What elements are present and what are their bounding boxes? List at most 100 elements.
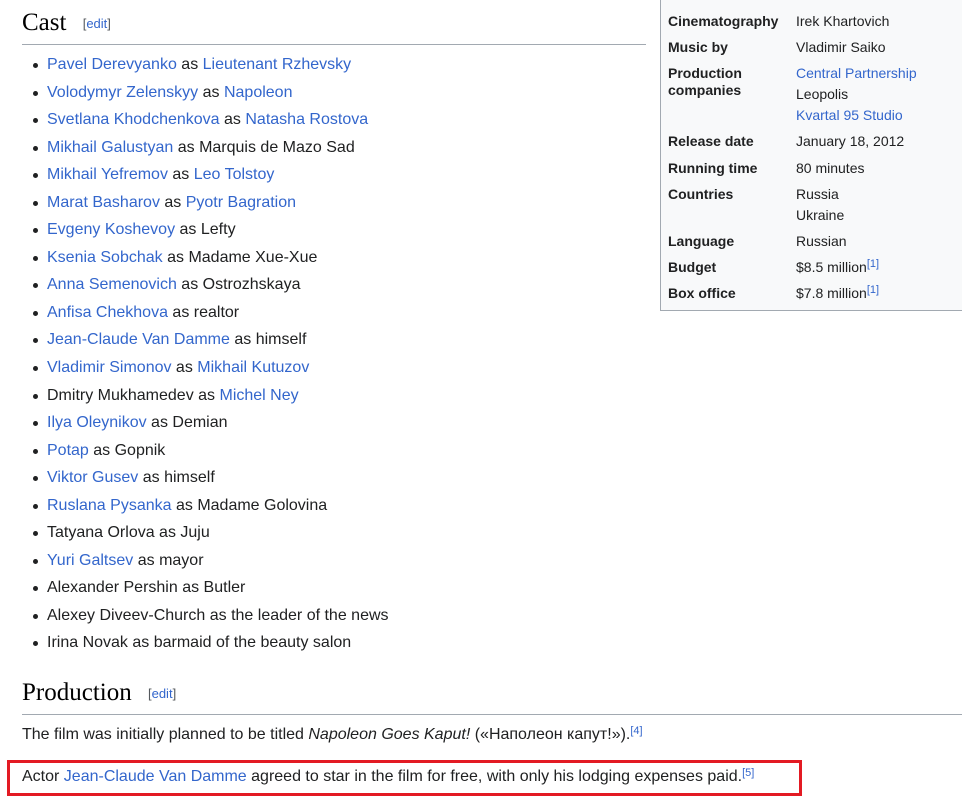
role-link[interactable]: Michel Ney	[220, 387, 299, 404]
para-text: The film was initially planned to be tit…	[22, 726, 309, 743]
cast-list-item: Mikhail Yefremov as Leo Tolstoy	[30, 161, 389, 189]
as-text: as	[159, 193, 186, 211]
role-name: barmaid of the beauty salon	[153, 634, 352, 652]
role-link[interactable]: Lieutenant Rzhevsky	[203, 56, 352, 73]
cast-edit-link[interactable]: edit	[86, 16, 107, 31]
actor-name: Alexander Pershin	[47, 579, 178, 597]
production-paragraph-van-damme: Actor Jean-Claude Van Damme agreed to st…	[22, 766, 754, 788]
as-text: as	[177, 579, 204, 597]
as-text: as	[88, 441, 115, 459]
actor-link[interactable]: Yuri Galtsev	[47, 552, 133, 569]
as-text: as	[138, 469, 165, 487]
role-name: Madame Xue-Xue	[188, 248, 318, 266]
actor-link[interactable]: Marat Basharov	[47, 194, 160, 211]
cast-list-item: Marat Basharov as Pyotr Bagration	[30, 189, 389, 217]
as-text: as	[198, 83, 224, 101]
cast-list-item: Pavel Derevyanko as Lieutenant Rzhevsky	[30, 51, 389, 79]
actor-link[interactable]: Anna Semenovich	[47, 276, 177, 293]
actor-name: Dmitry Mukhamedev	[47, 386, 194, 404]
cast-list-item: Vladimir Simonov as Mikhail Kutuzov	[30, 354, 389, 382]
actor-link[interactable]: Jean-Claude Van Damme	[47, 331, 230, 348]
role-name: Demian	[172, 414, 228, 432]
role-name: realtor	[193, 303, 240, 321]
role-name: mayor	[159, 551, 204, 569]
as-text: as	[171, 496, 198, 514]
role-link[interactable]: Pyotr Bagration	[186, 194, 296, 211]
production-company-link[interactable]: Kvartal 95 Studio	[796, 107, 903, 123]
role-name: Butler	[203, 579, 246, 597]
edit-bracket-close: ]	[172, 686, 177, 701]
para-text: («Наполеон капут!»).	[470, 726, 631, 743]
cast-list-item: Anfisa Chekhova as realtor	[30, 299, 389, 327]
cast-list-item: Svetlana Khodchenkova as Natasha Rostova	[30, 106, 389, 134]
cast-list-item: Evgeny Koshevoy as Lefty	[30, 216, 389, 244]
role-link[interactable]: Natasha Rostova	[245, 111, 368, 128]
role-link[interactable]: Leo Tolstoy	[194, 166, 275, 183]
film-infobox: Cinematography Irek Khartovich Music by …	[660, 0, 962, 311]
budget-reference[interactable]: [1]	[867, 258, 879, 270]
actor-link[interactable]: Potap	[47, 442, 89, 459]
para-text: agreed to star in the film for free, wit…	[246, 768, 743, 785]
infobox-value: Vladimir Saiko	[796, 39, 886, 55]
infobox-value: January 18, 2012	[796, 133, 905, 149]
as-text: as	[154, 524, 181, 542]
infobox-label: Cinematography	[668, 13, 779, 29]
actor-link[interactable]: Pavel Derevyanko	[47, 56, 177, 73]
infobox-label: Music by	[668, 39, 728, 55]
as-text: as	[127, 634, 154, 652]
production-heading: Production [edit]	[22, 678, 176, 709]
actor-link[interactable]: Viktor Gusev	[47, 469, 138, 486]
infobox-label: Budget	[668, 259, 717, 275]
actor-link[interactable]: Svetlana Khodchenkova	[47, 111, 220, 128]
infobox-value: Irek Khartovich	[796, 13, 890, 29]
actor-link[interactable]: Mikhail Galustyan	[47, 139, 173, 156]
actor-link[interactable]: Anfisa Chekhova	[47, 304, 168, 321]
as-text: as	[176, 56, 203, 73]
role-name: himself	[255, 331, 307, 349]
van-damme-link[interactable]: Jean-Claude Van Damme	[64, 768, 247, 785]
role-link[interactable]: Mikhail Kutuzov	[197, 359, 309, 376]
role-name: Gopnik	[114, 441, 166, 459]
actor-link[interactable]: Vladimir Simonov	[47, 359, 171, 376]
cast-list-item: Mikhail Galustyan as Marquis de Mazo Sad	[30, 134, 389, 162]
actor-link[interactable]: Ksenia Sobchak	[47, 249, 163, 266]
actor-name: Alexey Diveev-Church	[47, 606, 206, 624]
actor-link[interactable]: Mikhail Yefremov	[47, 166, 168, 183]
box-office-reference[interactable]: [1]	[867, 284, 879, 296]
actor-link[interactable]: Volodymyr Zelenskyy	[47, 84, 198, 101]
cast-heading: Cast [edit]	[22, 8, 111, 39]
role-link[interactable]: Napoleon	[224, 84, 293, 101]
as-text: as	[176, 276, 203, 294]
infobox-value: Russian	[796, 233, 847, 249]
as-text: as	[162, 248, 189, 266]
cast-list-item: Viktor Gusev as himself	[30, 464, 389, 492]
infobox-value: Ukraine	[796, 207, 845, 223]
production-heading-rule	[22, 714, 962, 715]
role-name: Juju	[180, 524, 210, 542]
production-edit-link[interactable]: edit	[152, 686, 173, 701]
role-name: Madame Golovina	[197, 496, 328, 514]
role-name: himself	[164, 469, 215, 487]
reference-5[interactable]: [5]	[742, 767, 754, 779]
infobox-label: Countries	[668, 186, 734, 202]
cast-list-item: Alexander Pershin as Butler	[30, 574, 389, 602]
production-company-link[interactable]: Central Partnership	[796, 65, 917, 81]
infobox-label-line: Production	[668, 65, 742, 81]
role-name: Lefty	[200, 221, 236, 239]
cast-list-item: Anna Semenovich as Ostrozhskaya	[30, 271, 389, 299]
actor-link[interactable]: Evgeny Koshevoy	[47, 221, 175, 238]
actor-link[interactable]: Ilya Oleynikov	[47, 414, 147, 431]
actor-name: Irina Novak	[47, 634, 128, 652]
infobox-label: Release date	[668, 133, 754, 149]
film-working-title: Napoleon Goes Kaput!	[308, 726, 471, 743]
as-text: as	[205, 606, 232, 624]
cast-list-item: Irina Novak as barmaid of the beauty sal…	[30, 629, 389, 657]
infobox-label: Language	[668, 233, 735, 249]
cast-list-item: Dmitry Mukhamedev as Michel Ney	[30, 382, 389, 410]
as-text: as	[167, 166, 194, 184]
role-name: the leader of the news	[231, 606, 389, 624]
role-name: Marquis de Mazo Sad	[199, 138, 355, 156]
actor-link[interactable]: Ruslana Pysanka	[47, 497, 172, 514]
reference-4[interactable]: [4]	[630, 725, 642, 737]
as-text: as	[193, 386, 220, 404]
